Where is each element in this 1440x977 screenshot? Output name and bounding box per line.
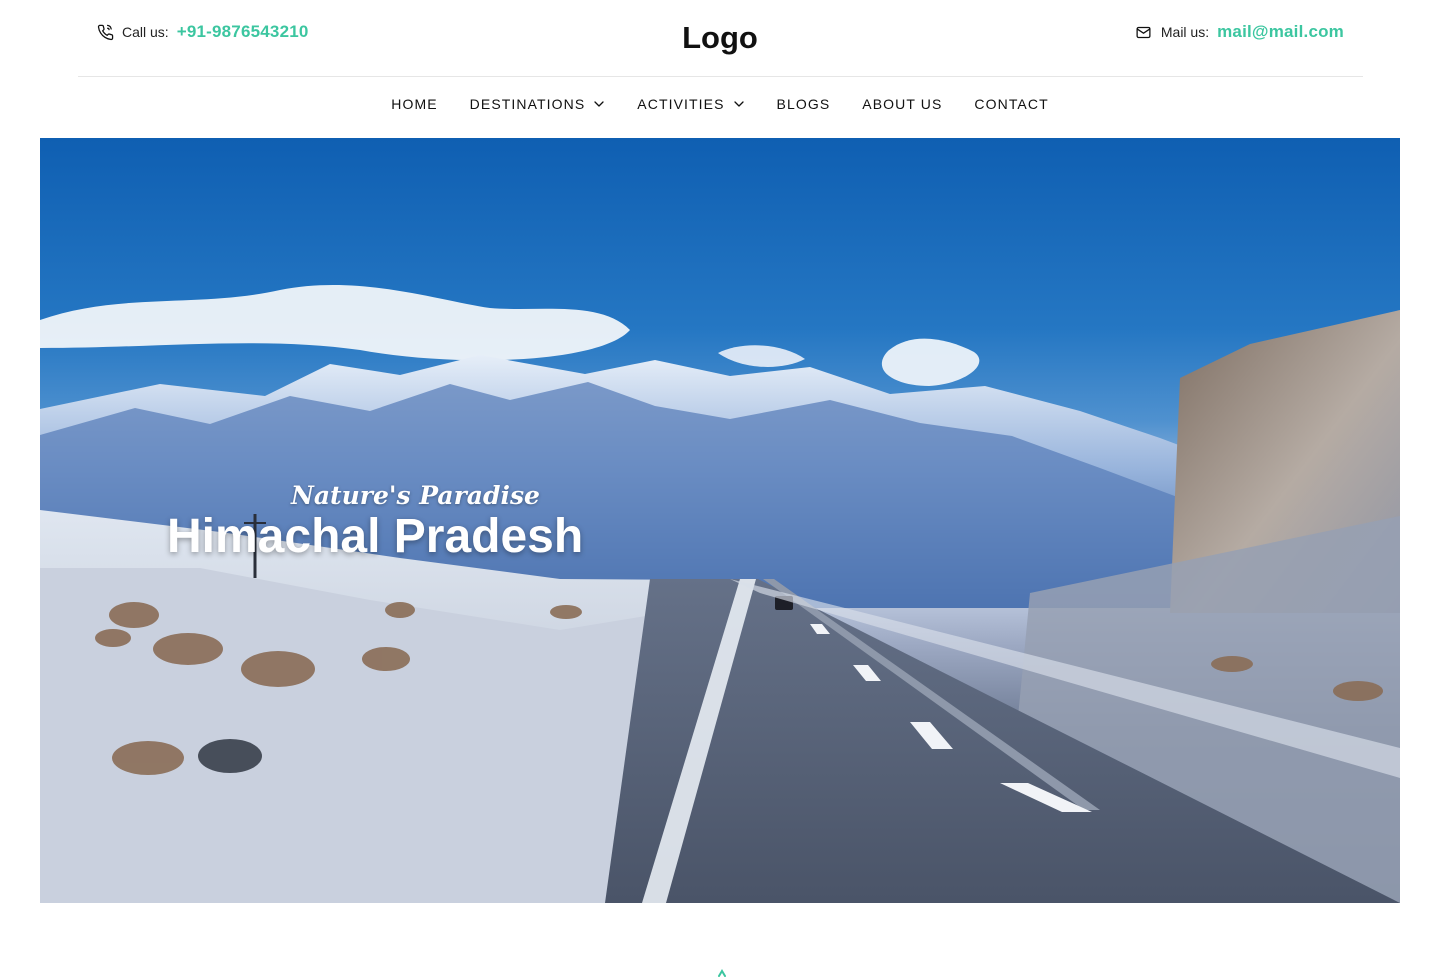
hero-banner: Nature's Paradise Himachal Pradesh [40,138,1400,903]
mail-icon [1135,23,1153,41]
nav-item-activities[interactable]: ACTIVITIES [637,96,744,112]
nav-label-blogs[interactable]: BLOGS [777,96,831,112]
hero-subtitle: Nature's Paradise [291,481,540,510]
nav-label-contact[interactable]: CONTACT [974,96,1048,112]
chevron-down-icon[interactable] [593,98,605,110]
nav-item-blogs[interactable]: BLOGS [777,96,831,112]
hero-title: Himachal Pradesh [167,510,584,563]
nav-item-home[interactable]: HOME [391,96,437,112]
chevron-down-icon[interactable] [733,98,745,110]
top-header: Call us: +91-9876543210 Logo Mail us: ma… [0,0,1440,77]
nav-label-destinations[interactable]: DESTINATIONS [470,96,586,112]
header-divider [78,76,1363,77]
main-navigation: HOME DESTINATIONS ACTIVITIES BLOGS ABOUT… [0,96,1440,112]
nav-label-activities[interactable]: ACTIVITIES [637,96,724,112]
mail-contact: Mail us: mail@mail.com [1135,22,1344,42]
nav-item-about-us[interactable]: ABOUT US [862,96,942,112]
mail-label: Mail us: [1160,24,1210,40]
nav-item-contact[interactable]: CONTACT [974,96,1048,112]
nav-item-destinations[interactable]: DESTINATIONS [470,96,606,112]
mail-address-link[interactable]: mail@mail.com [1217,22,1344,42]
nav-label-about-us[interactable]: ABOUT US [862,96,942,112]
nav-label-home[interactable]: HOME [391,96,437,112]
logo-text[interactable]: Logo [682,20,758,56]
